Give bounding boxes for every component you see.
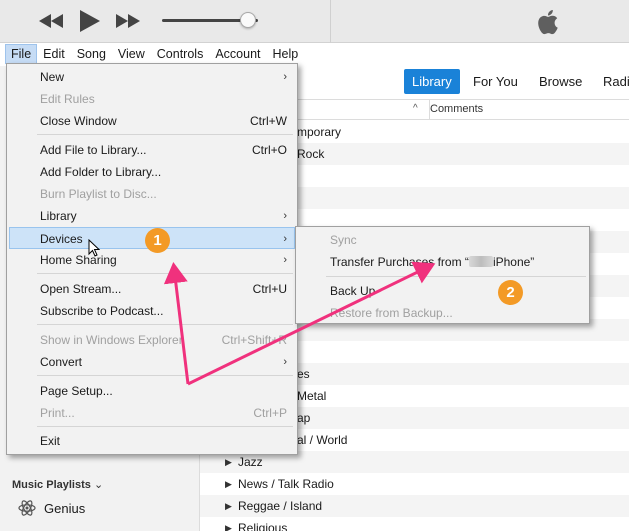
list-item[interactable]: ▶ News / Talk Radio xyxy=(200,473,629,495)
chevron-down-icon: ⌄ xyxy=(93,479,104,491)
menu-item-open-stream[interactable]: Open Stream... Ctrl+U xyxy=(9,278,295,300)
menu-bar: File Edit Song View Controls Account Hel… xyxy=(0,43,629,65)
tab-for-you[interactable]: For You xyxy=(465,69,526,94)
sort-ascending-icon[interactable]: ^ xyxy=(413,103,418,114)
tab-browse[interactable]: Browse xyxy=(531,69,590,94)
player-toolbar xyxy=(0,0,629,43)
chevron-right-icon: › xyxy=(283,71,287,83)
sidebar-item-genius[interactable]: Genius xyxy=(18,498,85,518)
menu-separator xyxy=(326,276,586,277)
menu-item-add-file[interactable]: Add File to Library... Ctrl+O xyxy=(9,139,295,161)
menu-view[interactable]: View xyxy=(112,44,151,64)
mouse-cursor-icon xyxy=(88,239,100,257)
menu-item-burn-playlist[interactable]: Burn Playlist to Disc... xyxy=(9,183,295,205)
sidebar-item-label: Genius xyxy=(44,500,86,516)
menu-separator xyxy=(37,273,293,274)
rewind-icon xyxy=(39,14,63,28)
file-menu-dropdown: New › Edit Rules Close Window Ctrl+W Add F… xyxy=(6,63,298,455)
chevron-right-icon: › xyxy=(283,356,287,368)
genius-atom-icon xyxy=(18,500,36,516)
menu-separator xyxy=(37,375,293,376)
fast-forward-icon xyxy=(116,14,140,28)
menu-item-print[interactable]: Print... Ctrl+P xyxy=(9,402,295,424)
menu-help[interactable]: Help xyxy=(267,44,305,64)
play-button[interactable] xyxy=(78,9,102,33)
expand-triangle-icon[interactable]: ▶ xyxy=(225,495,232,517)
menu-item-add-folder[interactable]: Add Folder to Library... xyxy=(9,161,295,183)
volume-slider-knob[interactable] xyxy=(240,12,257,28)
menu-file[interactable]: File xyxy=(5,44,38,64)
menu-item-new[interactable]: New › xyxy=(9,66,295,88)
tab-radio[interactable]: Radi xyxy=(595,69,629,94)
chevron-right-icon: › xyxy=(283,210,287,222)
menu-account[interactable]: Account xyxy=(209,44,266,64)
callout-badge-1: 1 xyxy=(145,228,170,253)
menu-item-sync[interactable]: Sync xyxy=(298,229,587,251)
menu-item-restore-backup[interactable]: Restore from Backup... xyxy=(298,302,587,324)
menu-edit[interactable]: Edit xyxy=(37,44,71,64)
menu-item-library[interactable]: Library › xyxy=(9,205,295,227)
column-header-comments[interactable]: Comments xyxy=(430,103,483,115)
menu-item-close-window[interactable]: Close Window Ctrl+W xyxy=(9,110,295,132)
apple-logo xyxy=(538,10,558,35)
rewind-button[interactable] xyxy=(38,9,64,33)
menu-item-exit[interactable]: Exit xyxy=(9,430,295,452)
expand-triangle-icon[interactable]: ▶ xyxy=(225,517,232,531)
menu-item-transfer-purchases[interactable]: Transfer Purchases from “iPhone” xyxy=(298,251,587,273)
play-icon xyxy=(80,10,100,32)
expand-triangle-icon[interactable]: ▶ xyxy=(225,473,232,495)
list-item[interactable]: ▶ Religious xyxy=(200,517,629,531)
menu-separator xyxy=(37,134,293,135)
menu-item-show-in-explorer[interactable]: Show in Windows Explorer Ctrl+Shift+R xyxy=(9,329,295,351)
redacted-device-name xyxy=(468,256,493,267)
menu-item-page-setup[interactable]: Page Setup... xyxy=(9,380,295,402)
menu-item-back-up[interactable]: Back Up xyxy=(298,280,587,302)
menu-separator xyxy=(37,324,293,325)
menu-controls[interactable]: Controls xyxy=(151,44,210,64)
menu-item-convert[interactable]: Convert › xyxy=(9,351,295,373)
menu-item-subscribe-podcast[interactable]: Subscribe to Podcast... xyxy=(9,300,295,322)
toolbar-divider xyxy=(330,0,331,43)
chevron-right-icon: › xyxy=(283,233,287,245)
music-playlists-header[interactable]: Music Playlists ⌄ xyxy=(12,478,103,491)
menu-item-edit-rules[interactable]: Edit Rules xyxy=(9,88,295,110)
menu-separator xyxy=(37,426,293,427)
callout-badge-2: 2 xyxy=(498,280,523,305)
devices-submenu: Sync Transfer Purchases from “iPhone” Ba… xyxy=(295,226,590,324)
menu-item-home-sharing[interactable]: Home Sharing › xyxy=(9,249,295,271)
menu-song[interactable]: Song xyxy=(71,44,112,64)
list-item[interactable]: ▶ Reggae / Island xyxy=(200,495,629,517)
tab-library[interactable]: Library xyxy=(404,69,460,94)
nav-tabs: Library For You Browse Radi xyxy=(300,66,629,96)
fast-forward-button[interactable] xyxy=(115,9,141,33)
chevron-right-icon: › xyxy=(283,254,287,266)
music-playlists-label: Music Playlists xyxy=(12,479,91,491)
